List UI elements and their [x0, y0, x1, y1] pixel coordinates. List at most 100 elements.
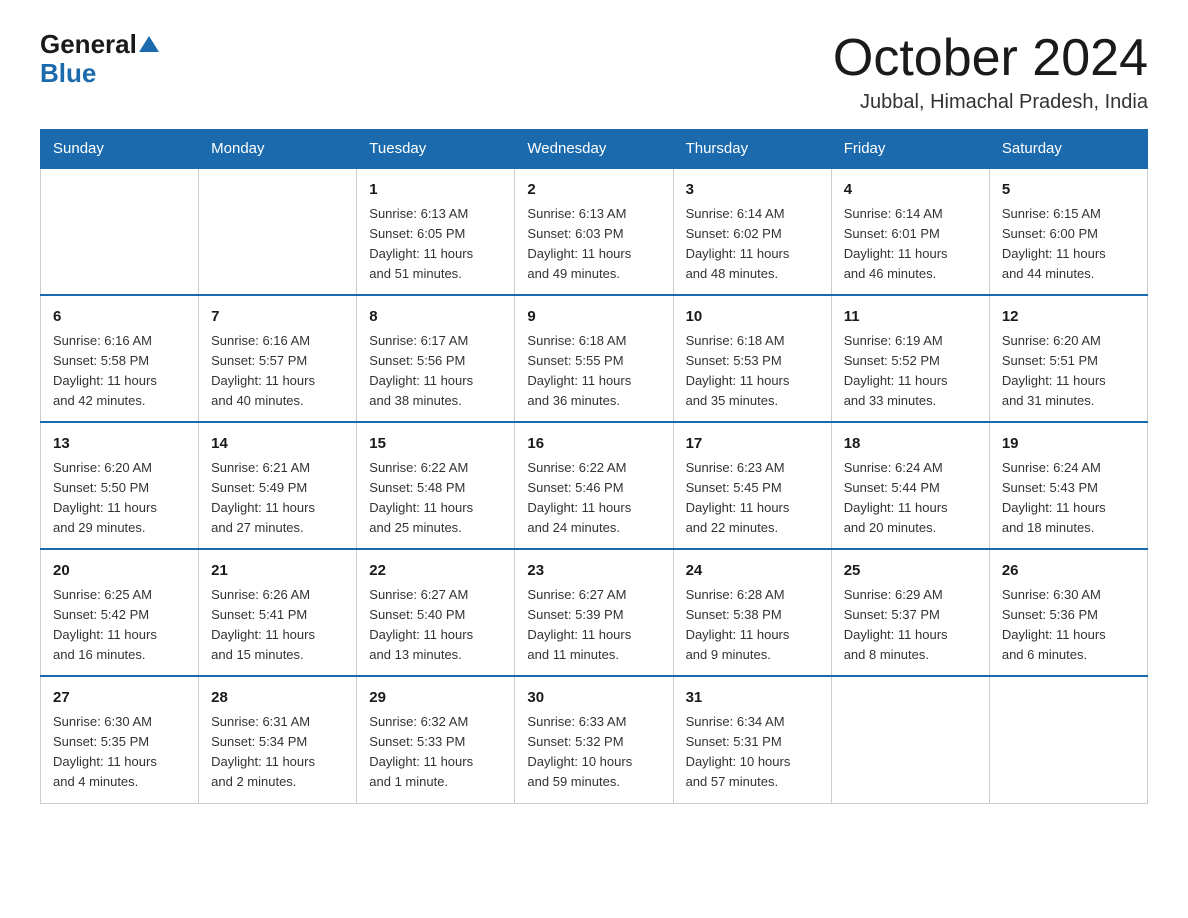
day-info: Sunrise: 6:34 AMSunset: 5:31 PMDaylight:… — [686, 712, 819, 793]
day-number: 20 — [53, 560, 186, 583]
calendar-cell: 2Sunrise: 6:13 AMSunset: 6:03 PMDaylight… — [515, 168, 673, 295]
day-number: 6 — [53, 306, 186, 329]
calendar-cell: 11Sunrise: 6:19 AMSunset: 5:52 PMDayligh… — [831, 295, 989, 422]
day-number: 23 — [527, 560, 660, 583]
day-info: Sunrise: 6:30 AMSunset: 5:36 PMDaylight:… — [1002, 585, 1135, 666]
calendar-week-3: 13Sunrise: 6:20 AMSunset: 5:50 PMDayligh… — [41, 422, 1148, 549]
day-info: Sunrise: 6:18 AMSunset: 5:55 PMDaylight:… — [527, 331, 660, 412]
calendar-cell: 4Sunrise: 6:14 AMSunset: 6:01 PMDaylight… — [831, 168, 989, 295]
day-number: 27 — [53, 687, 186, 710]
calendar-body: 1Sunrise: 6:13 AMSunset: 6:05 PMDaylight… — [41, 168, 1148, 803]
day-info: Sunrise: 6:31 AMSunset: 5:34 PMDaylight:… — [211, 712, 344, 793]
day-number: 5 — [1002, 179, 1135, 202]
title-area: October 2024 Jubbal, Himachal Pradesh, I… — [833, 30, 1148, 114]
day-number: 28 — [211, 687, 344, 710]
day-number: 11 — [844, 306, 977, 329]
logo-general-text: General — [40, 30, 137, 59]
day-info: Sunrise: 6:20 AMSunset: 5:50 PMDaylight:… — [53, 458, 186, 539]
calendar-cell: 24Sunrise: 6:28 AMSunset: 5:38 PMDayligh… — [673, 549, 831, 676]
calendar-cell — [199, 168, 357, 295]
day-number: 14 — [211, 433, 344, 456]
day-number: 15 — [369, 433, 502, 456]
calendar-week-4: 20Sunrise: 6:25 AMSunset: 5:42 PMDayligh… — [41, 549, 1148, 676]
calendar-header: SundayMondayTuesdayWednesdayThursdayFrid… — [41, 130, 1148, 169]
day-number: 22 — [369, 560, 502, 583]
day-info: Sunrise: 6:19 AMSunset: 5:52 PMDaylight:… — [844, 331, 977, 412]
calendar-cell: 21Sunrise: 6:26 AMSunset: 5:41 PMDayligh… — [199, 549, 357, 676]
calendar-cell: 23Sunrise: 6:27 AMSunset: 5:39 PMDayligh… — [515, 549, 673, 676]
calendar-cell: 5Sunrise: 6:15 AMSunset: 6:00 PMDaylight… — [989, 168, 1147, 295]
day-number: 19 — [1002, 433, 1135, 456]
day-info: Sunrise: 6:14 AMSunset: 6:01 PMDaylight:… — [844, 204, 977, 285]
calendar-cell: 7Sunrise: 6:16 AMSunset: 5:57 PMDaylight… — [199, 295, 357, 422]
calendar-cell: 27Sunrise: 6:30 AMSunset: 5:35 PMDayligh… — [41, 676, 199, 803]
day-info: Sunrise: 6:24 AMSunset: 5:43 PMDaylight:… — [1002, 458, 1135, 539]
calendar-cell: 16Sunrise: 6:22 AMSunset: 5:46 PMDayligh… — [515, 422, 673, 549]
calendar-cell — [989, 676, 1147, 803]
calendar-cell: 14Sunrise: 6:21 AMSunset: 5:49 PMDayligh… — [199, 422, 357, 549]
day-number: 12 — [1002, 306, 1135, 329]
calendar-cell: 29Sunrise: 6:32 AMSunset: 5:33 PMDayligh… — [357, 676, 515, 803]
logo-triangle-icon — [139, 36, 159, 52]
day-number: 7 — [211, 306, 344, 329]
calendar-cell: 9Sunrise: 6:18 AMSunset: 5:55 PMDaylight… — [515, 295, 673, 422]
page-header: General Blue October 2024 Jubbal, Himach… — [40, 30, 1148, 114]
header-cell-friday: Friday — [831, 130, 989, 169]
calendar-cell: 8Sunrise: 6:17 AMSunset: 5:56 PMDaylight… — [357, 295, 515, 422]
calendar-table: SundayMondayTuesdayWednesdayThursdayFrid… — [40, 129, 1148, 803]
day-info: Sunrise: 6:16 AMSunset: 5:58 PMDaylight:… — [53, 331, 186, 412]
calendar-cell: 20Sunrise: 6:25 AMSunset: 5:42 PMDayligh… — [41, 549, 199, 676]
day-info: Sunrise: 6:29 AMSunset: 5:37 PMDaylight:… — [844, 585, 977, 666]
day-info: Sunrise: 6:27 AMSunset: 5:39 PMDaylight:… — [527, 585, 660, 666]
calendar-cell: 12Sunrise: 6:20 AMSunset: 5:51 PMDayligh… — [989, 295, 1147, 422]
header-cell-tuesday: Tuesday — [357, 130, 515, 169]
day-info: Sunrise: 6:27 AMSunset: 5:40 PMDaylight:… — [369, 585, 502, 666]
day-info: Sunrise: 6:32 AMSunset: 5:33 PMDaylight:… — [369, 712, 502, 793]
day-info: Sunrise: 6:24 AMSunset: 5:44 PMDaylight:… — [844, 458, 977, 539]
calendar-cell: 10Sunrise: 6:18 AMSunset: 5:53 PMDayligh… — [673, 295, 831, 422]
calendar-cell — [41, 168, 199, 295]
day-number: 30 — [527, 687, 660, 710]
day-info: Sunrise: 6:18 AMSunset: 5:53 PMDaylight:… — [686, 331, 819, 412]
day-info: Sunrise: 6:33 AMSunset: 5:32 PMDaylight:… — [527, 712, 660, 793]
month-title: October 2024 — [833, 30, 1148, 87]
day-number: 9 — [527, 306, 660, 329]
calendar-cell: 17Sunrise: 6:23 AMSunset: 5:45 PMDayligh… — [673, 422, 831, 549]
calendar-cell: 15Sunrise: 6:22 AMSunset: 5:48 PMDayligh… — [357, 422, 515, 549]
calendar-cell: 28Sunrise: 6:31 AMSunset: 5:34 PMDayligh… — [199, 676, 357, 803]
calendar-cell: 22Sunrise: 6:27 AMSunset: 5:40 PMDayligh… — [357, 549, 515, 676]
day-number: 16 — [527, 433, 660, 456]
day-info: Sunrise: 6:30 AMSunset: 5:35 PMDaylight:… — [53, 712, 186, 793]
day-info: Sunrise: 6:22 AMSunset: 5:46 PMDaylight:… — [527, 458, 660, 539]
day-info: Sunrise: 6:13 AMSunset: 6:05 PMDaylight:… — [369, 204, 502, 285]
calendar-cell: 13Sunrise: 6:20 AMSunset: 5:50 PMDayligh… — [41, 422, 199, 549]
header-cell-wednesday: Wednesday — [515, 130, 673, 169]
calendar-cell: 19Sunrise: 6:24 AMSunset: 5:43 PMDayligh… — [989, 422, 1147, 549]
day-info: Sunrise: 6:25 AMSunset: 5:42 PMDaylight:… — [53, 585, 186, 666]
calendar-cell: 26Sunrise: 6:30 AMSunset: 5:36 PMDayligh… — [989, 549, 1147, 676]
day-info: Sunrise: 6:26 AMSunset: 5:41 PMDaylight:… — [211, 585, 344, 666]
day-info: Sunrise: 6:28 AMSunset: 5:38 PMDaylight:… — [686, 585, 819, 666]
day-number: 31 — [686, 687, 819, 710]
day-number: 1 — [369, 179, 502, 202]
day-info: Sunrise: 6:15 AMSunset: 6:00 PMDaylight:… — [1002, 204, 1135, 285]
day-number: 17 — [686, 433, 819, 456]
header-cell-thursday: Thursday — [673, 130, 831, 169]
header-cell-monday: Monday — [199, 130, 357, 169]
day-info: Sunrise: 6:14 AMSunset: 6:02 PMDaylight:… — [686, 204, 819, 285]
header-row: SundayMondayTuesdayWednesdayThursdayFrid… — [41, 130, 1148, 169]
day-number: 21 — [211, 560, 344, 583]
day-number: 26 — [1002, 560, 1135, 583]
header-cell-sunday: Sunday — [41, 130, 199, 169]
day-number: 18 — [844, 433, 977, 456]
calendar-cell — [831, 676, 989, 803]
calendar-cell: 25Sunrise: 6:29 AMSunset: 5:37 PMDayligh… — [831, 549, 989, 676]
day-info: Sunrise: 6:22 AMSunset: 5:48 PMDaylight:… — [369, 458, 502, 539]
day-number: 2 — [527, 179, 660, 202]
calendar-cell: 30Sunrise: 6:33 AMSunset: 5:32 PMDayligh… — [515, 676, 673, 803]
calendar-week-2: 6Sunrise: 6:16 AMSunset: 5:58 PMDaylight… — [41, 295, 1148, 422]
calendar-cell: 18Sunrise: 6:24 AMSunset: 5:44 PMDayligh… — [831, 422, 989, 549]
day-info: Sunrise: 6:17 AMSunset: 5:56 PMDaylight:… — [369, 331, 502, 412]
day-number: 10 — [686, 306, 819, 329]
day-number: 4 — [844, 179, 977, 202]
